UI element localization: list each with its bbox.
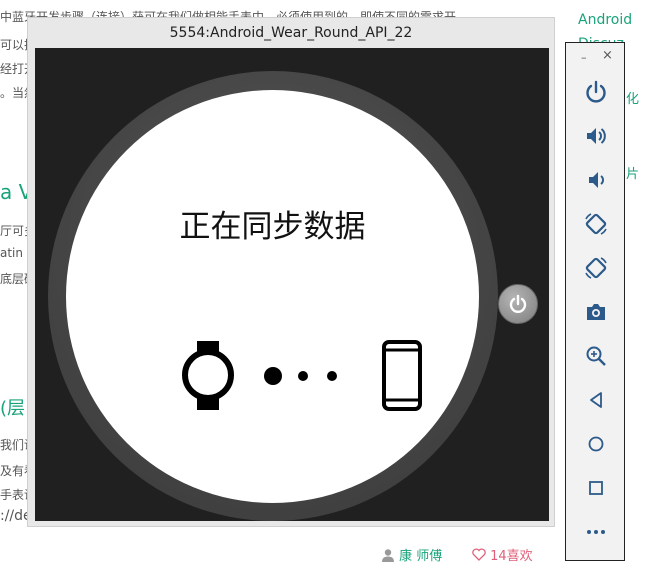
- close-button[interactable]: ×: [602, 48, 613, 63]
- author-name[interactable]: 康 师傅: [399, 549, 442, 564]
- emulator-toolbar: – ×: [565, 42, 625, 561]
- back-button[interactable]: [581, 385, 611, 415]
- volume-down-icon: [589, 172, 604, 188]
- bg-text-line: atin: [0, 246, 23, 260]
- zoom-button[interactable]: [581, 341, 611, 371]
- power-icon: [509, 294, 527, 313]
- rotate-right-icon: [585, 257, 607, 279]
- emulator-window: 5554:Android_Wear_Round_API_22 正在同步数据: [27, 17, 555, 527]
- power-button[interactable]: [581, 77, 611, 107]
- heart-icon: [472, 548, 486, 561]
- phone-icon: [382, 340, 422, 411]
- watch-icon: [182, 341, 234, 410]
- zoom-icon: [586, 346, 606, 366]
- more-icon: [587, 530, 605, 534]
- minimize-button[interactable]: –: [581, 51, 587, 64]
- volume-down-button[interactable]: [581, 165, 611, 195]
- bg-fragment: 片: [626, 167, 640, 182]
- power-icon: [586, 80, 606, 103]
- back-icon: [590, 392, 602, 408]
- emulator-screen[interactable]: 正在同步数据: [35, 48, 549, 521]
- screenshot-button[interactable]: [581, 297, 611, 327]
- overview-button[interactable]: [581, 473, 611, 503]
- overview-icon: [589, 481, 603, 495]
- sync-status-text: 正在同步数据: [179, 209, 366, 245]
- volume-up-button[interactable]: [581, 121, 611, 151]
- bg-link-android[interactable]: Android: [578, 12, 632, 28]
- home-button[interactable]: [581, 429, 611, 459]
- camera-icon: [587, 304, 605, 320]
- sync-progress-dots: [264, 367, 337, 385]
- bg-heading[interactable]: (层: [0, 394, 25, 420]
- volume-up-icon: [587, 128, 606, 144]
- like-button[interactable]: 14喜欢: [472, 545, 533, 564]
- user-icon: [382, 549, 394, 562]
- watch-face[interactable]: 正在同步数据: [66, 90, 479, 503]
- home-icon: [588, 436, 604, 452]
- bg-fragment: 化: [626, 92, 640, 107]
- more-button[interactable]: [581, 517, 611, 547]
- rotate-left-button[interactable]: [581, 209, 611, 239]
- watch-power-button[interactable]: [498, 284, 538, 324]
- rotate-left-icon: [585, 213, 607, 235]
- author-info[interactable]: 康 师傅: [381, 545, 442, 564]
- like-count: 14喜欢: [490, 549, 533, 564]
- rotate-right-button[interactable]: [581, 253, 611, 283]
- emulator-title: 5554:Android_Wear_Round_API_22: [169, 25, 413, 41]
